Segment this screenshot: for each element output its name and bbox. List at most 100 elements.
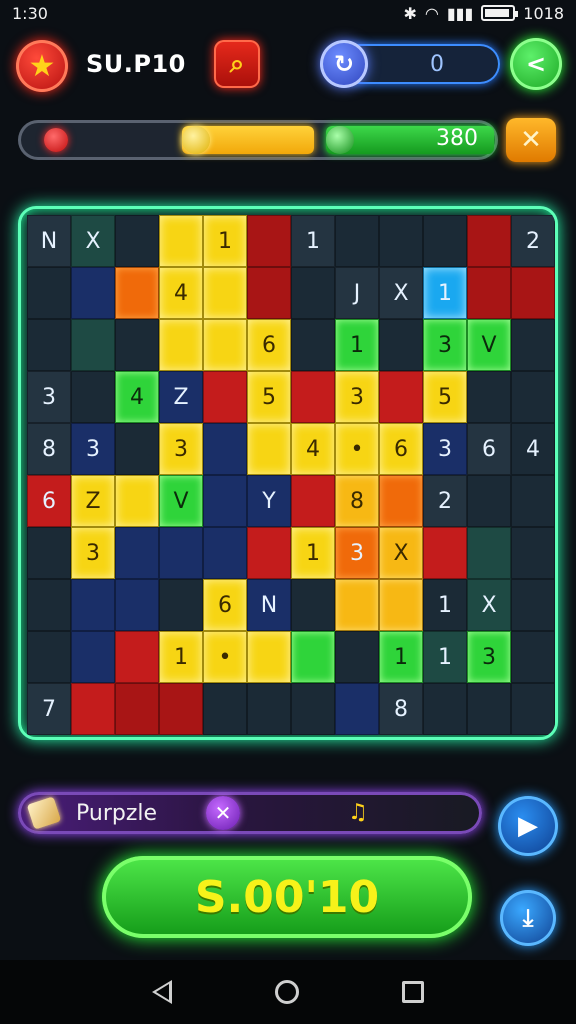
board-tile[interactable] bbox=[379, 371, 423, 423]
board-tile[interactable] bbox=[159, 527, 203, 579]
board-tile[interactable] bbox=[335, 683, 379, 735]
board-tile[interactable]: 1 bbox=[159, 631, 203, 683]
board-tile[interactable]: 6 bbox=[247, 319, 291, 371]
board-tile[interactable]: 3 bbox=[423, 423, 467, 475]
board-tile[interactable]: 3 bbox=[71, 527, 115, 579]
board-tile[interactable]: Y bbox=[247, 475, 291, 527]
board-tile[interactable] bbox=[247, 215, 291, 267]
board-tile[interactable]: 1 bbox=[379, 631, 423, 683]
board-tile[interactable] bbox=[115, 267, 159, 319]
board-tile[interactable] bbox=[423, 527, 467, 579]
board-tile[interactable] bbox=[291, 267, 335, 319]
board-tile[interactable] bbox=[115, 319, 159, 371]
board-tile[interactable]: 2 bbox=[511, 215, 555, 267]
board-tile[interactable] bbox=[27, 267, 71, 319]
share-button[interactable]: < bbox=[510, 38, 562, 90]
star-button[interactable]: ★ bbox=[16, 40, 68, 92]
board-tile[interactable] bbox=[71, 371, 115, 423]
board-tile[interactable]: 5 bbox=[247, 371, 291, 423]
board-tile[interactable] bbox=[71, 683, 115, 735]
board-tile[interactable] bbox=[27, 579, 71, 631]
board-tile[interactable] bbox=[467, 475, 511, 527]
play-button[interactable]: ▶ bbox=[498, 796, 558, 856]
board-tile[interactable]: 1 bbox=[423, 267, 467, 319]
board-tile[interactable]: V bbox=[467, 319, 511, 371]
board-tile[interactable] bbox=[511, 579, 555, 631]
board-tile[interactable]: 6 bbox=[379, 423, 423, 475]
board-tile[interactable] bbox=[203, 267, 247, 319]
board-tile[interactable] bbox=[379, 319, 423, 371]
board-tile[interactable]: 7 bbox=[27, 683, 71, 735]
home-icon[interactable] bbox=[274, 980, 299, 1004]
board-tile[interactable]: 4 bbox=[159, 267, 203, 319]
board-tile[interactable] bbox=[247, 527, 291, 579]
board-tile[interactable] bbox=[467, 683, 511, 735]
board-tile[interactable] bbox=[27, 527, 71, 579]
board-tile[interactable] bbox=[379, 215, 423, 267]
board-tile[interactable] bbox=[247, 683, 291, 735]
board-tile[interactable] bbox=[247, 631, 291, 683]
board-tile[interactable] bbox=[203, 319, 247, 371]
board-tile[interactable] bbox=[247, 423, 291, 475]
board-tile[interactable] bbox=[247, 267, 291, 319]
board-tile[interactable] bbox=[115, 475, 159, 527]
board-tile[interactable]: 3 bbox=[71, 423, 115, 475]
board-tile[interactable]: • bbox=[335, 423, 379, 475]
board-tile[interactable]: 1 bbox=[423, 579, 467, 631]
board-tile[interactable] bbox=[203, 475, 247, 527]
board-tile[interactable]: 1 bbox=[335, 319, 379, 371]
board-tile[interactable] bbox=[159, 683, 203, 735]
download-button[interactable]: ⤓ bbox=[500, 890, 556, 946]
board-tile[interactable]: 6 bbox=[27, 475, 71, 527]
board-tile[interactable] bbox=[115, 215, 159, 267]
board-tile[interactable] bbox=[335, 579, 379, 631]
board-tile[interactable] bbox=[203, 527, 247, 579]
board-tile[interactable]: V bbox=[159, 475, 203, 527]
board-tile[interactable] bbox=[511, 631, 555, 683]
board-tile[interactable]: 3 bbox=[335, 527, 379, 579]
board-tile[interactable] bbox=[115, 579, 159, 631]
board-tile[interactable]: 3 bbox=[335, 371, 379, 423]
board-tile[interactable] bbox=[27, 319, 71, 371]
board-tile[interactable] bbox=[379, 475, 423, 527]
board-tile[interactable]: N bbox=[247, 579, 291, 631]
board-tile[interactable] bbox=[115, 423, 159, 475]
board-tile[interactable] bbox=[203, 423, 247, 475]
board-tile[interactable]: Z bbox=[159, 371, 203, 423]
board-tile[interactable]: X bbox=[467, 579, 511, 631]
board-tile[interactable] bbox=[203, 371, 247, 423]
submit-button[interactable]: S.00'10 bbox=[102, 856, 472, 938]
board-tile[interactable]: 3 bbox=[467, 631, 511, 683]
board-tile[interactable]: 1 bbox=[291, 527, 335, 579]
board-tile[interactable] bbox=[291, 319, 335, 371]
board-tile[interactable] bbox=[511, 527, 555, 579]
board-tile[interactable]: 3 bbox=[27, 371, 71, 423]
board-tile[interactable]: • bbox=[203, 631, 247, 683]
board-tile[interactable]: 1 bbox=[423, 631, 467, 683]
board-tile[interactable]: 8 bbox=[335, 475, 379, 527]
board-tile[interactable]: Z bbox=[71, 475, 115, 527]
board-tile[interactable]: X bbox=[379, 267, 423, 319]
board-tile[interactable] bbox=[71, 267, 115, 319]
board-tile[interactable]: 3 bbox=[159, 423, 203, 475]
board-tile[interactable] bbox=[291, 371, 335, 423]
board-tile[interactable] bbox=[335, 631, 379, 683]
board-tile[interactable] bbox=[115, 683, 159, 735]
board-tile[interactable] bbox=[115, 631, 159, 683]
board-tile[interactable] bbox=[511, 267, 555, 319]
board-tile[interactable]: X bbox=[379, 527, 423, 579]
board-tile[interactable] bbox=[203, 683, 247, 735]
board-tile[interactable] bbox=[159, 319, 203, 371]
recents-icon[interactable] bbox=[402, 981, 425, 1003]
board-tile[interactable] bbox=[335, 215, 379, 267]
board-tile[interactable] bbox=[159, 579, 203, 631]
board-tile[interactable] bbox=[511, 683, 555, 735]
board-tile[interactable]: 3 bbox=[423, 319, 467, 371]
search-button[interactable]: ⌕ bbox=[214, 40, 260, 88]
board-tile[interactable] bbox=[467, 371, 511, 423]
board-tile[interactable]: 5 bbox=[423, 371, 467, 423]
back-icon[interactable] bbox=[151, 980, 172, 1004]
board-tile[interactable]: 1 bbox=[291, 215, 335, 267]
board-tile[interactable]: J bbox=[335, 267, 379, 319]
board-tile[interactable] bbox=[291, 683, 335, 735]
